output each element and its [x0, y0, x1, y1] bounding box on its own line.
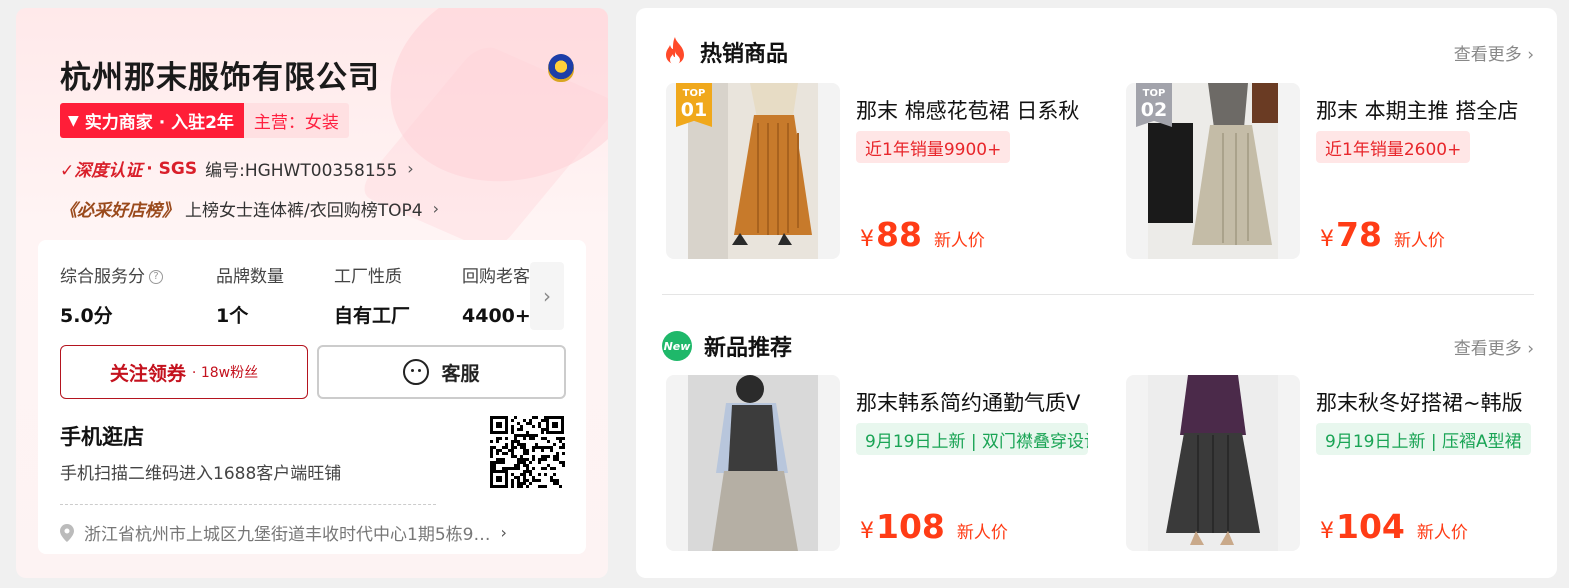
merchant-shield-icon: ▼	[68, 112, 79, 129]
hot-view-more-link[interactable]: 查看更多 ›	[1454, 40, 1534, 65]
product-title[interactable]: 那末 本期主推 搭全店	[1316, 95, 1546, 125]
product-title[interactable]: 那末秋冬好搭裙~韩版	[1316, 387, 1546, 417]
product-price: ¥ 108 新人价	[860, 507, 1008, 546]
sales-tag: 近1年销量9900+	[856, 131, 1011, 163]
chevron-right-icon: ›	[543, 284, 551, 308]
merchant-level-label: 实力商家 · 入驻2年	[84, 113, 234, 133]
stat-factory-type: 工厂性质 自有工厂	[334, 267, 411, 327]
hot-section-header: 热销商品 查看更多 ›	[662, 36, 1534, 68]
ranking-logo: 《必采好店榜》	[60, 201, 179, 221]
customer-service-button[interactable]: 客服	[317, 345, 566, 399]
location-pin-icon	[60, 523, 74, 542]
products-card: 热销商品 查看更多 › TOP 01 那末 棉感花苞裙 日系秋 近1年销量990…	[636, 8, 1557, 578]
new-product-card[interactable]: 那末韩系简约通勤气质V 9月19日上新 | 双门襟叠穿设计 ¥ 108 新人价	[666, 375, 1103, 551]
new-icon: New	[662, 331, 692, 361]
stats-row: 综合服务分? 5.0分 品牌数量 1个 工厂性质 自有工厂 回购老客 4400+…	[60, 262, 540, 328]
shop-info-card: 杭州那末服饰有限公司 ▼ 实力商家 · 入驻2年 主营：女装 ✓深度认证 · S…	[16, 8, 608, 578]
top-rank-badge: TOP 01	[676, 83, 712, 127]
customer-service-icon	[403, 359, 430, 385]
certificate-number: 编号:HGHWT00358155	[205, 161, 398, 181]
hot-product-card[interactable]: TOP 01 那末 棉感花苞裙 日系秋 近1年销量9900+ ¥ 88 新人价	[666, 83, 1103, 259]
stat-repeat-customers: 回购老客 4400+人	[462, 267, 540, 327]
new-arrival-tag: 9月19日上新 | 双门襟叠穿设计	[856, 423, 1088, 455]
follow-coupon-button[interactable]: 关注领券 · 18w粉丝	[60, 345, 308, 399]
product-image[interactable]	[666, 375, 840, 551]
shop-address[interactable]: 浙江省杭州市上城区九堡街道丰收时代中心1期5栋9… ›	[60, 520, 564, 545]
help-icon[interactable]: ?	[149, 270, 163, 284]
product-price: ¥ 104 新人价	[1320, 507, 1468, 546]
address-text: 浙江省杭州市上城区九堡街道丰收时代中心1期5栋9…	[84, 525, 491, 545]
stats-next-button[interactable]: ›	[530, 262, 564, 330]
sgs-label: · SGS	[146, 158, 198, 179]
ranking-text: 上榜女士连体裤/衣回购榜TOP4	[185, 201, 423, 221]
follower-count: · 18w粉丝	[191, 365, 259, 381]
stat-brand-count: 品牌数量 1个	[216, 267, 284, 327]
chevron-right-icon: ›	[432, 199, 439, 218]
hot-section-title: 热销商品	[700, 42, 789, 67]
sales-tag: 近1年销量2600+	[1316, 131, 1471, 163]
mobile-shop-description: 手机扫描二维码进入1688客户端旺铺	[60, 464, 342, 484]
ranking-row[interactable]: 《必采好店榜》 上榜女士连体裤/衣回购榜TOP4 ›	[60, 196, 439, 221]
new-arrival-tag: 9月19日上新 | 压褶A型裙	[1316, 423, 1531, 455]
police-emblem-icon[interactable]	[548, 54, 574, 82]
section-divider	[662, 294, 1534, 295]
product-price: ¥ 88 新人价	[860, 215, 985, 254]
product-title[interactable]: 那末韩系简约通勤气质V	[856, 387, 1086, 417]
qr-code	[488, 414, 566, 490]
main-category-label: 主营：女装	[243, 103, 349, 138]
fire-icon	[666, 37, 684, 65]
product-title[interactable]: 那末 棉感花苞裙 日系秋	[856, 95, 1086, 125]
product-image[interactable]	[1126, 375, 1300, 551]
divider	[60, 504, 436, 505]
product-image[interactable]: TOP 01	[666, 83, 840, 259]
mobile-shop-title: 手机逛店	[60, 425, 144, 449]
chevron-right-icon: ›	[500, 523, 507, 542]
shop-stats-panel: 综合服务分? 5.0分 品牌数量 1个 工厂性质 自有工厂 回购老客 4400+…	[38, 240, 586, 554]
company-name[interactable]: 杭州那末服饰有限公司	[60, 52, 380, 97]
new-product-card[interactable]: 那末秋冬好搭裙~韩版 9月19日上新 | 压褶A型裙 ¥ 104 新人价	[1126, 375, 1557, 551]
product-image[interactable]: TOP 02	[1126, 83, 1300, 259]
certification-row[interactable]: ✓深度认证 · SGS 编号:HGHWT00358155 ›	[60, 156, 414, 182]
merchant-badge[interactable]: ▼ 实力商家 · 入驻2年 主营：女装	[60, 103, 349, 138]
new-section-header: New 新品推荐 查看更多 ›	[662, 330, 1534, 362]
new-section-title: 新品推荐	[704, 336, 793, 361]
stat-service-score: 综合服务分? 5.0分	[60, 262, 176, 328]
new-view-more-link[interactable]: 查看更多 ›	[1454, 334, 1534, 359]
hot-product-card[interactable]: TOP 02 那末 本期主推 搭全店 近1年销量2600+ ¥ 78 新人价	[1126, 83, 1557, 259]
product-price: ¥ 78 新人价	[1320, 215, 1445, 254]
chevron-right-icon: ›	[407, 159, 414, 178]
deep-certification-logo: ✓深度认证	[60, 161, 143, 181]
top-rank-badge: TOP 02	[1136, 83, 1172, 127]
